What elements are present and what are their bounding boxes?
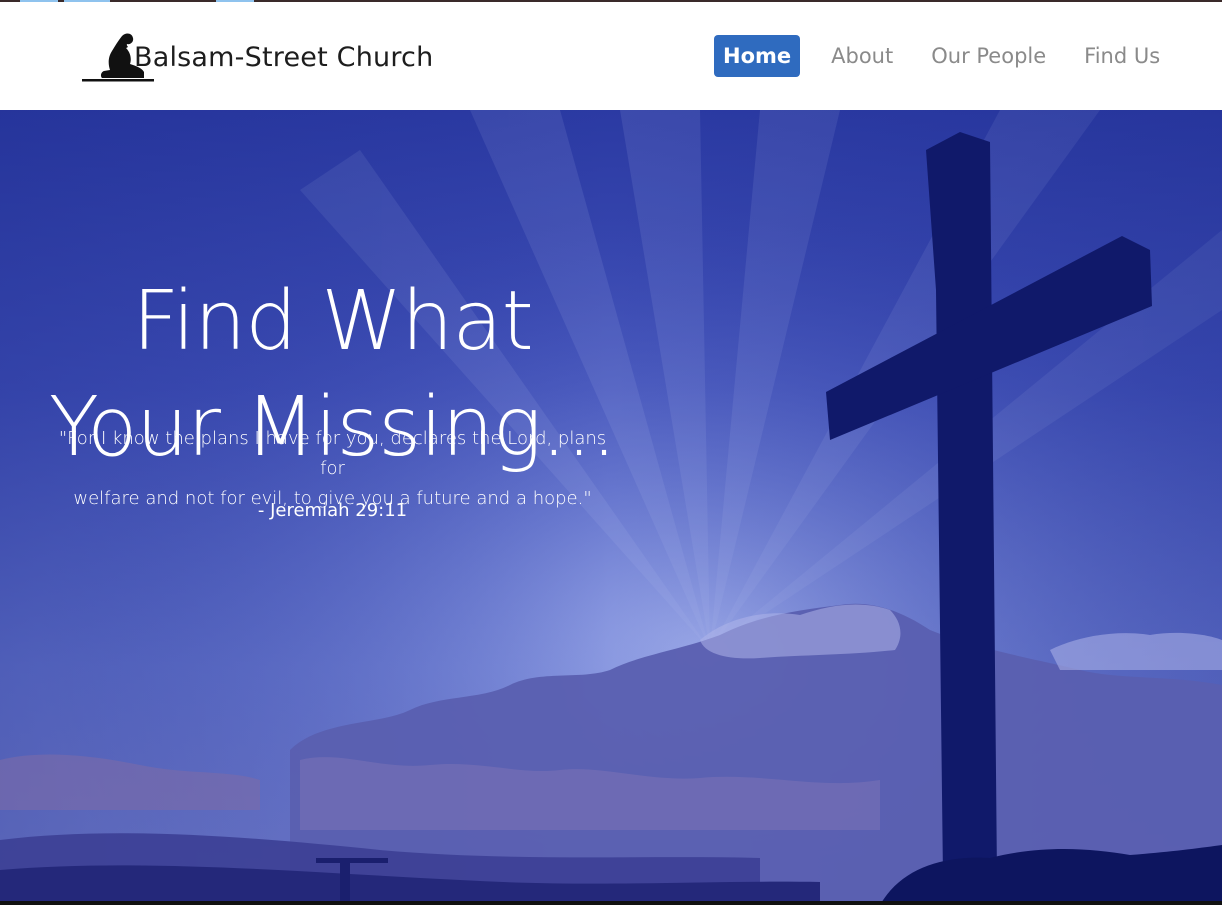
navbar: Balsam-Street Church Home About Our Peop… [0, 2, 1222, 110]
scripture-citation: - Jeremiah 29:11 [257, 500, 408, 521]
nav-about[interactable]: About [822, 35, 902, 77]
page-bottom-edge [0, 901, 1222, 905]
hero-title-line: Find What [132, 273, 534, 369]
brand-name: Balsam-Street Church [134, 41, 434, 73]
nav-home[interactable]: Home [714, 35, 801, 77]
quote-line: "For I know the plans I have for you, de… [58, 428, 607, 479]
brand-link[interactable]: Balsam-Street Church [82, 30, 433, 84]
hero-section: Find What Your Missing... "For I know th… [0, 110, 1222, 905]
nav-find-us[interactable]: Find Us [1075, 35, 1169, 77]
nav-our-people[interactable]: Our People [922, 35, 1055, 77]
main-nav: Home About Our People Find Us [714, 32, 1169, 80]
